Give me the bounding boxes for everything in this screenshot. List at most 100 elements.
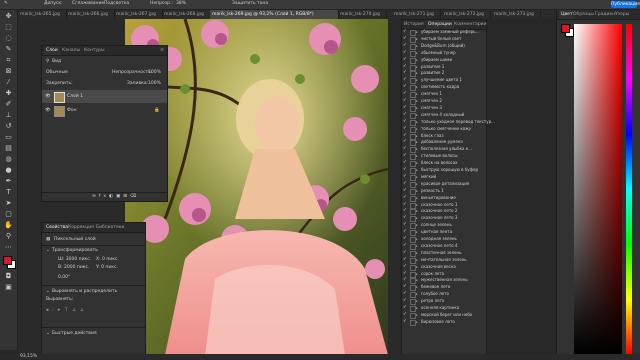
blur-tool-icon[interactable]: ◍	[4, 155, 13, 164]
frame-tool-icon[interactable]: ⊠	[4, 67, 13, 76]
doc-tab[interactable]: marik_lsk-267.jpg	[114, 10, 163, 19]
check-icon[interactable]: ✓	[403, 291, 408, 297]
tab-layers[interactable]: Слои	[44, 46, 60, 55]
zoom-level[interactable]: 93,15%	[20, 354, 37, 359]
align-buttons[interactable]: ⫷⫶⫸⊤⊥⊥	[46, 307, 88, 313]
expand-icon[interactable]: ▸	[416, 222, 418, 228]
expand-icon[interactable]: ▸	[416, 257, 418, 263]
tab-properties[interactable]: Свойства	[44, 223, 70, 232]
check-icon[interactable]: ✓	[403, 319, 408, 325]
tab-comments[interactable]: Комментарии	[454, 20, 487, 29]
check-icon[interactable]: ✓	[403, 271, 408, 277]
check-icon[interactable]: ✓	[403, 57, 408, 63]
check-icon[interactable]: ✓	[403, 174, 408, 180]
angle-field[interactable]: 0,00°	[58, 275, 70, 280]
check-icon[interactable]: ✓	[403, 208, 408, 214]
expand-icon[interactable]: ▸	[416, 133, 418, 139]
check-icon[interactable]: ✓	[403, 229, 408, 235]
eyedropper-tool-icon[interactable]: ⁄	[4, 78, 13, 87]
quick-select-tool-icon[interactable]: ✎	[4, 45, 13, 54]
shape-tool-icon[interactable]: ▢	[4, 210, 13, 219]
stamp-tool-icon[interactable]: ⊥	[4, 111, 13, 120]
action-item[interactable]: ✓ ▸ сказочное лето 4	[401, 243, 485, 250]
move-tool-icon[interactable]: ✥	[4, 12, 13, 21]
expand-icon[interactable]: ▸	[416, 181, 418, 187]
action-item[interactable]: ✓ ▸ убираем заменый реферь...	[401, 29, 485, 36]
expand-icon[interactable]: ▸	[416, 112, 418, 118]
expand-icon[interactable]: ▸	[416, 291, 418, 297]
check-icon[interactable]: ✓	[403, 84, 408, 90]
expand-icon[interactable]: ▸	[416, 84, 418, 90]
layer-row[interactable]: 👁 Фон 🔒	[42, 104, 167, 117]
check-icon[interactable]: ✓	[403, 305, 408, 311]
check-icon[interactable]: ✓	[403, 250, 408, 256]
eraser-tool-icon[interactable]: ▭	[4, 133, 13, 142]
check-icon[interactable]: ✓	[403, 236, 408, 242]
action-item[interactable]: ✓ ▸ виньетирование	[401, 195, 485, 202]
expand-icon[interactable]: ▸	[416, 305, 418, 311]
check-icon[interactable]: ✓	[403, 146, 408, 152]
x-field[interactable]: X: 0 пикс.	[96, 257, 119, 262]
action-item[interactable]: ✓ ▸ улучшение цвета 1	[401, 77, 485, 85]
action-item[interactable]: ✓ ▸ морской берег или небо	[401, 312, 485, 319]
action-item[interactable]: ✓ ▸ сказочное лето 3	[401, 215, 485, 223]
fill-value[interactable]: 100%	[148, 81, 161, 86]
doc-tab[interactable]: marik_lsk-272.jpg	[442, 10, 491, 19]
doc-tab[interactable]: marik_lsk-268.jpg	[162, 10, 211, 19]
check-icon[interactable]: ✓	[403, 139, 408, 145]
tab-channels[interactable]: Каналы	[62, 46, 80, 55]
action-item[interactable]: ✓ ▸ блеск на волосах	[401, 160, 485, 168]
expand-icon[interactable]: ▸	[416, 174, 418, 180]
expand-icon[interactable]: ▸	[416, 139, 418, 145]
layer-name[interactable]: Слой 1	[67, 94, 83, 99]
check-icon[interactable]: ✓	[403, 202, 408, 208]
layer-row-selected[interactable]: 👁 Слой 1	[42, 90, 167, 103]
action-item[interactable]: ✓ ▸ добавление румяна	[401, 139, 485, 147]
eye-icon[interactable]: 👁	[45, 94, 51, 99]
type-tool-icon[interactable]: T	[4, 188, 13, 197]
check-icon[interactable]: ✓	[403, 222, 408, 228]
opt-antialias[interactable]: Сглаживание	[72, 1, 104, 6]
action-item[interactable]: ✓ ▸ сказочное лето 1	[401, 202, 485, 209]
check-icon[interactable]: ✓	[403, 98, 408, 104]
check-icon[interactable]: ✓	[403, 77, 408, 83]
action-item[interactable]: ✓ ▸ солнце зелень	[401, 222, 485, 230]
opt-highlight[interactable]: Подсветка	[104, 1, 129, 6]
expand-icon[interactable]: ▸	[416, 202, 418, 208]
action-item[interactable]: ✓ ▸ быструю хорошую в буфер	[401, 167, 485, 174]
layer-kind-filter[interactable]: Вид	[52, 59, 61, 64]
screen-mode-icon[interactable]: ▣	[4, 283, 13, 292]
action-item[interactable]: ✓ ▸ сорок лета	[401, 271, 485, 278]
brush-tool-icon[interactable]: ✎	[4, 1, 8, 6]
action-item[interactable]: ✓ ▸ бирюзовое лето	[401, 319, 485, 326]
expand-icon[interactable]: ▸	[416, 70, 418, 76]
tab-gradients[interactable]: Градиен	[595, 10, 615, 19]
doc-tab[interactable]: marik_lsk-273.jpg	[492, 10, 541, 19]
expand-icon[interactable]: ▸	[416, 250, 418, 256]
check-icon[interactable]: ✓	[403, 215, 408, 221]
action-item[interactable]: ✓ ▸ развитие 2	[401, 70, 485, 78]
gradient-tool-icon[interactable]: ▤	[4, 144, 13, 153]
expand-icon[interactable]: ▸	[416, 229, 418, 235]
expand-icon[interactable]: ▸	[416, 277, 418, 283]
hue-slider[interactable]	[626, 24, 632, 354]
action-item[interactable]: ✓ ▸ развитие 1	[401, 64, 485, 71]
chevron-down-icon[interactable]: ⌄	[46, 289, 50, 294]
expand-icon[interactable]: ▸	[416, 208, 418, 214]
check-icon[interactable]: ✓	[403, 29, 408, 35]
expand-icon[interactable]: ▸	[416, 188, 418, 194]
check-icon[interactable]: ✓	[403, 112, 408, 118]
foreground-color-swatch[interactable]	[3, 256, 12, 265]
expand-icon[interactable]: ▸	[416, 167, 418, 173]
expand-icon[interactable]: ▸	[416, 57, 418, 63]
check-icon[interactable]: ✓	[403, 91, 408, 97]
check-icon[interactable]: ✓	[403, 133, 408, 139]
tab-swatches[interactable]: Образцы	[573, 10, 594, 19]
zoom-tool-icon[interactable]: ⚲	[4, 232, 13, 241]
tab-libraries[interactable]: Библиотеки	[96, 223, 124, 232]
expand-icon[interactable]: ▸	[416, 50, 418, 56]
expand-icon[interactable]: ▸	[416, 29, 418, 35]
expand-icon[interactable]: ▸	[416, 77, 418, 83]
doc-tab[interactable]: marik_lsk-266.jpg	[66, 10, 115, 19]
publish-button[interactable]: Публикация	[611, 1, 640, 8]
